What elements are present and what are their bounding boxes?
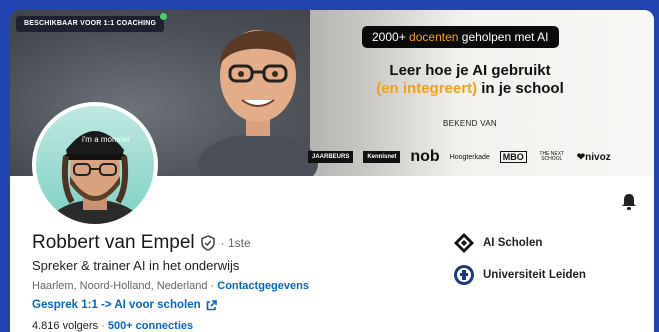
logo-the-next-school: THE NEXT SCHOOL [539, 151, 565, 162]
leiden-seal-icon [454, 265, 474, 285]
name-row: Robbert van Empel · 1ste [32, 232, 251, 254]
contact-info-link[interactable]: Contactgegevens [217, 280, 309, 292]
avatar[interactable]: i'm a monster [32, 102, 158, 228]
headline-suffix: in je school [477, 80, 564, 97]
logo-hoogterkade: Hoogterkade [449, 153, 490, 161]
cartoon-portrait-illustration [198, 30, 318, 176]
headline-line-2: (en integreert) in je school [340, 80, 600, 98]
coaching-badge: BESCHIKBAAR VOOR 1:1 COACHING [16, 13, 168, 32]
logo-nivoz-text: nivoz [585, 151, 611, 163]
logo-nivoz: ❤nivoz [576, 151, 611, 163]
press-logos: JAARBEURS Kennisnet nob Hoogterkade MBO … [308, 148, 654, 166]
page-frame: BESCHIKBAAR VOOR 1:1 COACHING 2000+ doce… [0, 0, 659, 332]
organizations-list: AI Scholen Universiteit Leiden [453, 232, 586, 296]
known-from-label: BEKEND VAN [443, 119, 497, 128]
headline-highlight: (en integreert) [376, 80, 478, 97]
org-ai-scholen[interactable]: AI Scholen [453, 232, 586, 254]
banner-headline: Leer hoe je AI gebruikt (en integreert) … [340, 62, 600, 98]
logo-kennisnet: Kennisnet [363, 151, 401, 163]
profile-headline: Spreker & trainer AI in het onderwijs [32, 258, 240, 273]
external-link-icon [206, 299, 217, 310]
headline-line-1: Leer hoe je AI gebruikt [389, 62, 551, 79]
avatar-photo: i'm a monster [47, 131, 143, 224]
coaching-cta-link[interactable]: Gesprek 1:1 -> AI voor scholen [32, 299, 217, 311]
connection-degree: · 1ste [220, 236, 251, 250]
location-text: Haarlem, Noord-Holland, Nederland · [32, 280, 218, 292]
location-row: Haarlem, Noord-Holland, Nederland · Cont… [32, 280, 309, 292]
pill-suffix: geholpen met AI [458, 30, 549, 44]
logo-nob: nob [410, 148, 440, 165]
teachers-helped-pill: 2000+ docenten geholpen met AI [362, 26, 559, 48]
profile-card: BESCHIKBAAR VOOR 1:1 COACHING 2000+ doce… [10, 10, 654, 332]
ai-scholen-logo-icon [454, 233, 474, 253]
verified-shield-icon[interactable] [200, 235, 215, 251]
org-name: AI Scholen [483, 237, 543, 249]
logo-mbo: MBO [499, 151, 527, 163]
pill-highlight: docenten [409, 30, 459, 44]
org-name: Universiteit Leiden [483, 269, 586, 281]
cap-text: i'm a monster [82, 135, 130, 144]
cta-label: Gesprek 1:1 -> AI voor scholen [32, 299, 201, 311]
stats-row: 4.816 volgers · 500+ connecties [32, 320, 193, 332]
org-universiteit-leiden[interactable]: Universiteit Leiden [453, 264, 586, 286]
connections-link[interactable]: 500+ connecties [108, 320, 193, 332]
pill-prefix: 2000+ [372, 30, 410, 44]
coaching-badge-label: BESCHIKBAAR VOOR 1:1 COACHING [24, 20, 157, 27]
notification-bell-icon[interactable] [621, 193, 637, 211]
followers-count: 4.816 volgers [32, 320, 99, 332]
profile-name: Robbert van Empel [32, 232, 195, 253]
stats-separator: · [98, 320, 108, 332]
logo-jaarbeurs: JAARBEURS [308, 151, 354, 163]
